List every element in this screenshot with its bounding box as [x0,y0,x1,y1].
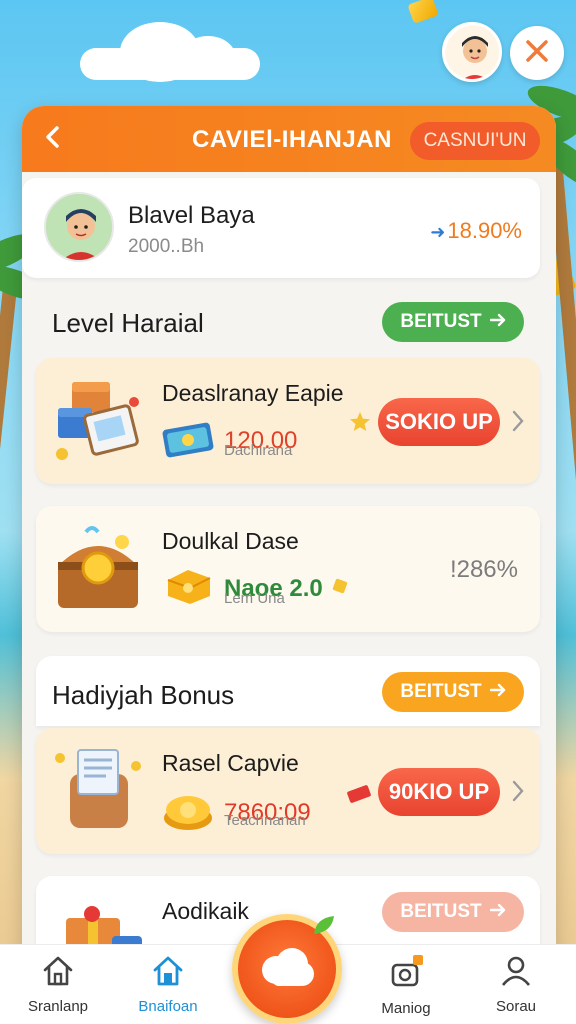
gold-block-icon [162,566,216,611]
chevron-right-icon[interactable] [512,410,524,437]
chevron-left-icon [44,125,62,154]
coin-stack-icon [162,788,216,837]
nav-item-gift[interactable]: Maniog [356,955,456,1017]
star-icon [348,410,372,439]
item-title: Rasel Capvie [162,750,299,776]
arrow-icon: ➜ [430,222,446,242]
arrow-right-icon [489,901,506,923]
profile-stat-value: 18.90% [447,218,522,243]
nav-label: Sorau [495,998,537,1015]
section-action-button[interactable]: BEITUST [382,302,524,342]
item-subtitle: Dachirana [224,442,293,459]
profile-card[interactable]: Blavel Baya 2000..Bh ➜18.90% [22,178,540,278]
profile-name: Blavel Baya [128,202,255,229]
home-icon [41,956,75,991]
home-icon [151,956,185,991]
cloud-icon [256,944,318,999]
list-item[interactable]: Rasel Capvie 7860:09 Teachnanan 90KIO UP [36,728,540,854]
back-button[interactable] [38,124,68,154]
gift-icon [387,955,425,993]
item-title: Doulkal Dase [162,528,299,554]
avatar [44,192,114,262]
item-action-button[interactable]: BEITUST [382,892,524,932]
nav-item-home[interactable]: Sranlanp [8,955,108,1015]
nav-label: Maniog [381,1000,431,1017]
tag-icon [331,577,349,600]
button-label: BEITUST [400,681,482,702]
cloud-decoration [80,22,260,82]
receipt-machine-icon [52,744,148,838]
shop-boxes-icon [52,374,148,468]
button-label: BEITUST [400,311,482,332]
section-action-button[interactable]: BEITUST [382,672,524,712]
nav-label: Bnaifoan [138,998,198,1015]
coin-decoration [407,0,439,24]
section-title: Level Haraial [52,308,204,338]
item-title: Aodikaik [162,898,249,924]
profile-icon [499,956,533,991]
button-label: BEITUST [400,901,482,922]
nav-item-profile[interactable]: Sorau [466,955,566,1015]
item-subtitle: Lem Una [224,590,285,607]
list-item[interactable]: Doulkal Dase Naoe 2.0 Lem Una !286% [36,506,540,632]
arrow-right-icon [489,681,506,703]
claim-button[interactable]: 90KIO UP [378,768,500,816]
leaf-icon [312,914,336,941]
cash-icon [162,418,216,463]
nav-item-active[interactable]: Bnaifoan [118,955,218,1015]
item-subtitle: Teachnanan [224,812,306,829]
profile-stat: ➜18.90% [430,218,522,244]
section-title: Hadiyjah Bonus [52,680,235,710]
header-bar: CAVIEl-IHANJAN CASNUI'UN [22,106,556,172]
item-title: Deaslranay Eapie [162,380,344,406]
close-icon [524,38,550,69]
profile-subtitle: 2000..Bh [128,236,205,257]
list-item[interactable]: Deaslranay Eapie 120.00 Dachirana SOKIO … [36,358,540,484]
treasure-chest-icon [52,522,148,616]
center-action-button[interactable] [232,914,342,1024]
item-percent: !286% [449,556,518,583]
avatar[interactable] [442,22,502,82]
page-title: CAVIEl-IHANJAN [192,126,392,153]
header-pill-button[interactable]: CASNUI'UN [410,122,540,160]
chevron-right-icon[interactable] [512,780,524,807]
close-button[interactable] [510,26,564,80]
arrow-right-icon [489,311,506,333]
main-panel: CAVIEl-IHANJAN CASNUI'UN Blavel Baya 200… [22,106,556,1006]
nav-label: Sranlanp [27,998,89,1015]
claim-button[interactable]: SOKIO UP [378,398,500,446]
ticket-icon [346,784,372,809]
